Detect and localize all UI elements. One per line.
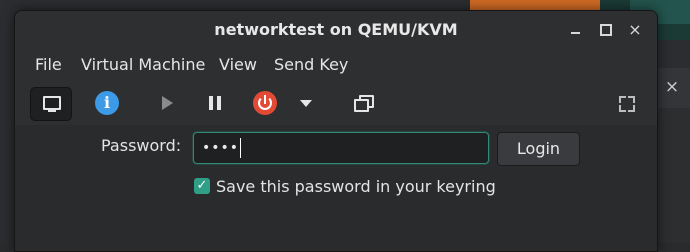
titlebar[interactable]: networktest on QEMU/KVM × <box>15 11 657 49</box>
power-icon-line <box>264 95 266 104</box>
menu-virtual-machine[interactable]: Virtual Machine <box>81 51 205 79</box>
shutdown-button[interactable] <box>244 87 284 119</box>
monitor-icon <box>43 96 61 112</box>
vm-window: networktest on QEMU/KVM × File Virtual M… <box>14 10 658 252</box>
background-window-close-icon[interactable]: × <box>664 78 680 96</box>
fullscreen-icon <box>619 96 626 103</box>
pause-button[interactable] <box>195 87 235 119</box>
shutdown-menu-button[interactable] <box>287 87 323 119</box>
maximize-icon[interactable] <box>599 23 613 37</box>
show-details-button[interactable]: i <box>87 87 127 119</box>
fullscreen-icon-corner <box>619 105 626 112</box>
password-label: Password: <box>101 136 182 155</box>
menubar: File Virtual Machine View Send Key <box>15 51 657 79</box>
password-input[interactable]: •••• <box>193 132 489 164</box>
info-icon: i <box>95 91 119 115</box>
close-icon[interactable]: × <box>628 21 642 39</box>
run-button[interactable] <box>147 87 187 119</box>
play-icon <box>162 96 173 110</box>
toolbar: i <box>15 83 657 123</box>
fullscreen-button[interactable] <box>609 87 645 119</box>
save-password-label[interactable]: Save this password in your keyring <box>216 176 496 198</box>
pause-icon-bar <box>217 96 221 110</box>
save-password-checkbox[interactable]: ✓ <box>194 178 210 194</box>
text-cursor <box>240 138 241 158</box>
fullscreen-icon-corner <box>628 105 635 112</box>
snapshot-icon-front <box>354 99 369 112</box>
fullscreen-icon-corner <box>628 96 635 103</box>
minimize-icon[interactable] <box>569 23 583 37</box>
snapshots-button[interactable] <box>343 87 383 119</box>
show-console-button[interactable] <box>30 87 72 121</box>
login-button[interactable]: Login <box>497 132 580 166</box>
menu-file[interactable]: File <box>35 51 62 79</box>
window-title: networktest on QEMU/KVM <box>214 20 458 39</box>
password-value: •••• <box>202 140 240 156</box>
power-icon <box>253 91 277 115</box>
pause-icon <box>209 96 213 110</box>
menu-view[interactable]: View <box>219 51 257 79</box>
desktop-wallpaper-stripe <box>470 0 620 10</box>
menu-send-key[interactable]: Send Key <box>274 51 348 79</box>
chevron-down-icon <box>300 100 312 107</box>
